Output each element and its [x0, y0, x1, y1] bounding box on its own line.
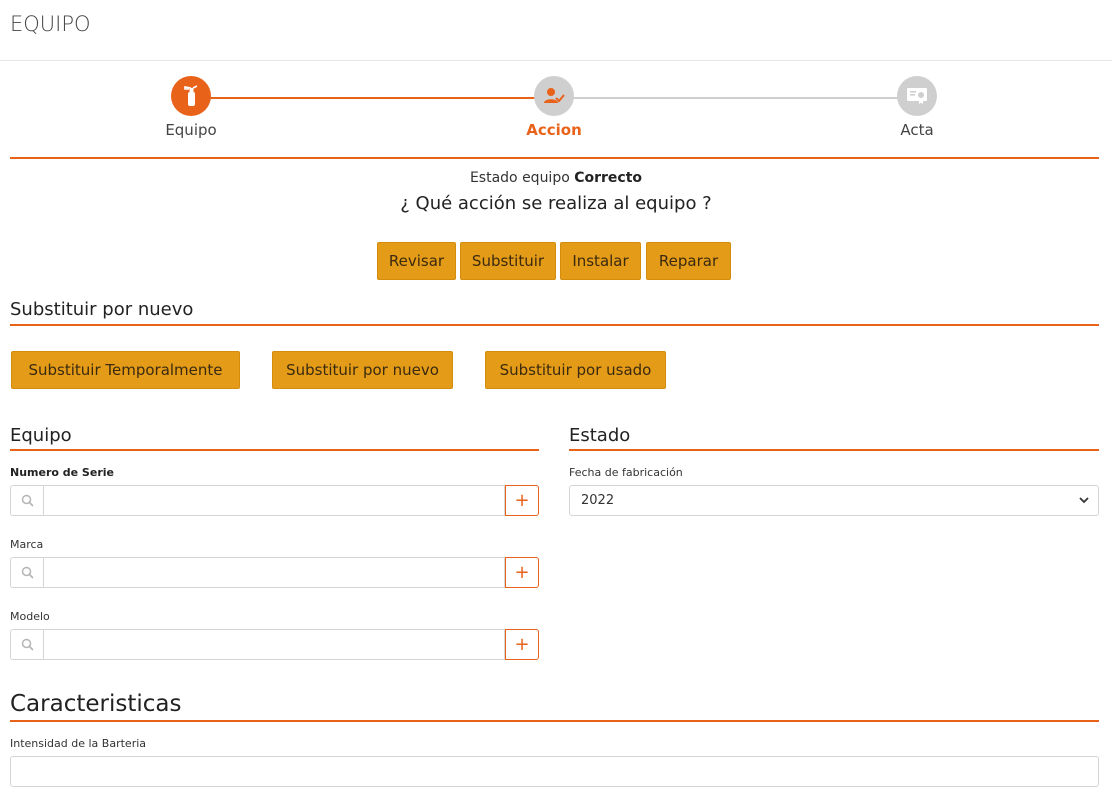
add-serial-button[interactable]: +	[505, 485, 539, 516]
action-question: ¿ Qué acción se realiza al equipo ?	[400, 193, 712, 214]
substituir-temporalmente-button[interactable]: Substituir Temporalmente	[11, 351, 240, 389]
user-check-icon	[544, 88, 565, 103]
certificate-icon	[907, 88, 927, 104]
chevron-down-icon	[1079, 497, 1089, 504]
battery-intensity-input[interactable]	[10, 756, 1099, 787]
model-group: +	[10, 629, 539, 660]
status-line: Estado equipo Correcto	[0, 170, 1112, 186]
substitute-section-rule	[10, 324, 1099, 326]
estado-section-rule	[569, 449, 1099, 451]
serial-search-addon	[10, 485, 43, 516]
brand-label: Marca	[10, 538, 44, 551]
estado-section-title: Estado	[569, 425, 631, 446]
search-icon	[21, 494, 34, 507]
status-value: Correcto	[574, 170, 643, 186]
add-brand-button[interactable]: +	[505, 557, 539, 588]
search-icon	[21, 638, 34, 651]
substituir-por-nuevo-button[interactable]: Substituir por nuevo	[272, 351, 453, 389]
add-model-button[interactable]: +	[505, 629, 539, 660]
instalar-button[interactable]: Instalar	[560, 242, 641, 280]
fabrication-date-label: Fecha de fabricación	[569, 466, 683, 479]
equipo-section-title: Equipo	[10, 425, 72, 446]
step-label: Equipo	[165, 121, 217, 139]
model-input[interactable]	[43, 629, 505, 660]
substitute-section-title: Substituir por nuevo	[10, 299, 194, 320]
serial-number-label: Numero de Serie	[10, 466, 114, 479]
brand-input[interactable]	[43, 557, 505, 588]
step-equipo[interactable]: Equipo	[131, 76, 251, 139]
brand-search-addon	[10, 557, 43, 588]
step-label: Acta	[900, 121, 934, 139]
reparar-button[interactable]: Reparar	[646, 242, 731, 280]
step-label: Accion	[526, 121, 582, 139]
serial-number-input[interactable]	[43, 485, 505, 516]
battery-intensity-label: Intensidad de la Barteria	[10, 737, 147, 750]
revisar-button[interactable]: Revisar	[377, 242, 456, 280]
status-prefix: Estado equipo	[469, 170, 570, 186]
caracteristicas-section-title: Caracteristicas	[10, 691, 182, 717]
step-equipo-circle	[171, 76, 211, 116]
substituir-button[interactable]: Substituir	[460, 242, 556, 280]
page-header: EQUIPO	[0, 0, 1112, 61]
wizard-stepper: Equipo Accion Acta	[0, 76, 1112, 146]
step-accion-circle	[534, 76, 574, 116]
caracteristicas-section-rule	[10, 720, 1099, 722]
page-title: EQUIPO	[10, 12, 91, 36]
step-acta-circle	[897, 76, 937, 116]
equipo-section-rule	[10, 449, 539, 451]
substituir-por-usado-button[interactable]: Substituir por usado	[485, 351, 666, 389]
brand-group: +	[10, 557, 539, 588]
model-search-addon	[10, 629, 43, 660]
stepper-divider	[10, 157, 1099, 159]
fire-extinguisher-icon	[184, 85, 198, 106]
step-acta[interactable]: Acta	[857, 76, 977, 139]
model-label: Modelo	[10, 610, 50, 623]
fabrication-year-select[interactable]: 2022	[569, 485, 1099, 516]
search-icon	[21, 566, 34, 579]
step-accion[interactable]: Accion	[494, 76, 614, 139]
serial-number-group: +	[10, 485, 539, 516]
fabrication-year-value: 2022	[581, 493, 615, 508]
